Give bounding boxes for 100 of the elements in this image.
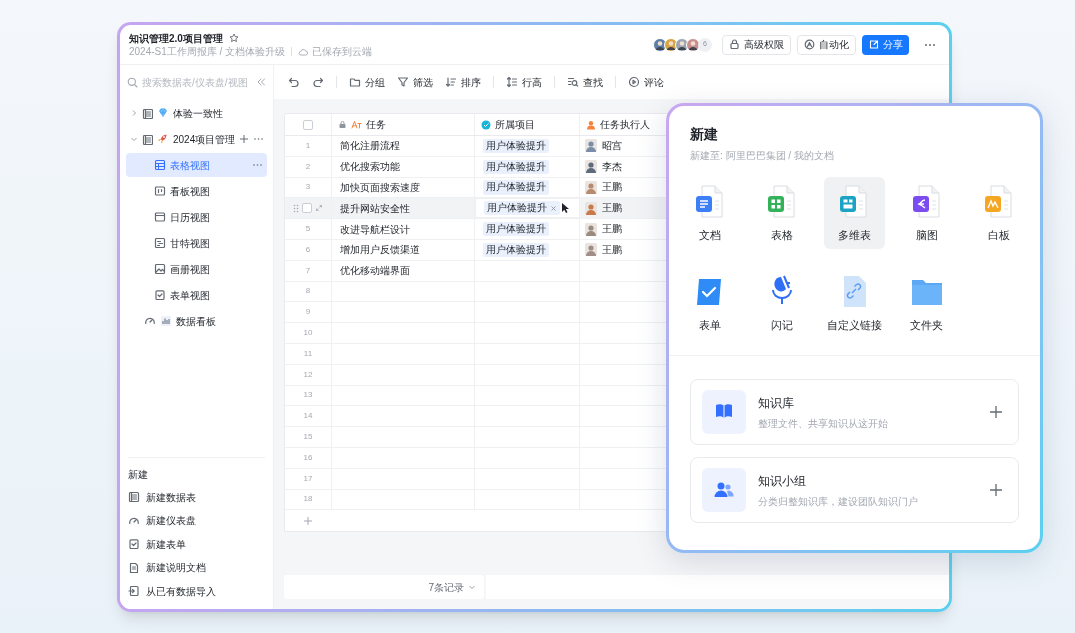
toolbar-button[interactable]: 评论 <box>628 74 664 90</box>
collapse-icon[interactable] <box>256 77 266 87</box>
tree-item[interactable]: 数据看板 <box>126 309 267 333</box>
row-number: 9 <box>305 306 311 319</box>
rocket-icon <box>157 133 169 145</box>
tree-item[interactable]: 2024项目管理 <box>126 127 267 151</box>
table-cell: 王鹏 <box>602 201 622 216</box>
menu-item[interactable]: 新建表单 <box>128 532 265 556</box>
remove-icon[interactable] <box>550 204 557 212</box>
record-count-selector[interactable]: 7条记录 <box>284 575 484 599</box>
share-icon <box>868 39 879 50</box>
find-icon <box>567 76 579 88</box>
menu-item[interactable]: 新建数据表 <box>128 485 265 509</box>
project-tag: 用户体验提升 <box>483 159 549 174</box>
gem-icon <box>157 107 169 119</box>
table-icon <box>142 133 153 145</box>
lock-icon <box>729 39 740 50</box>
toolbar-button[interactable]: 行高 <box>506 74 542 90</box>
share-button[interactable]: 分享 <box>862 34 909 55</box>
add-icon[interactable] <box>239 134 250 144</box>
editing-cell[interactable]: 用户体验提升 <box>475 198 580 219</box>
chevron-right-icon[interactable] <box>130 109 138 117</box>
table-cell: 王鹏 <box>602 180 622 195</box>
expand-icon[interactable] <box>315 204 323 213</box>
row-number: 14 <box>303 410 313 423</box>
tree-item[interactable]: 体验一致性 <box>126 101 267 125</box>
toolbar-button[interactable]: 分组 <box>349 74 385 90</box>
card-description: 分类归整知识库，建设团队知识门户 <box>758 494 919 509</box>
project-tag: 用户体验提升 <box>483 180 549 195</box>
row-number: 15 <box>303 431 313 444</box>
create-card[interactable]: 知识小组 分类归整知识库，建设团队知识门户 <box>690 457 1019 523</box>
table-cell-text: 提升网站安全性 <box>340 201 410 216</box>
menu-item[interactable]: 从已有数据导入 <box>128 579 265 603</box>
add-icon[interactable] <box>989 483 1003 497</box>
grid-view-icon <box>154 159 166 171</box>
redo-icon[interactable] <box>312 76 324 88</box>
toolbar-button[interactable]: 查找 <box>567 74 603 90</box>
calendar-icon <box>154 211 166 223</box>
row-number: 6 <box>305 243 311 256</box>
row-number: 17 <box>303 472 313 485</box>
tree-item[interactable]: 画册视图 <box>126 257 267 281</box>
tree-item[interactable]: 表单视图 <box>126 283 267 307</box>
tree-item[interactable]: 甘特视图 <box>126 231 267 255</box>
chevron-down-icon <box>468 583 476 591</box>
menu-item[interactable]: 新建说明文档 <box>128 556 265 580</box>
table-cell: 李杰 <box>602 159 622 174</box>
menu-item[interactable]: 新建仪表盘 <box>128 509 265 533</box>
row-height-icon <box>506 76 518 88</box>
undo-icon[interactable] <box>288 76 300 88</box>
toolbar-button[interactable]: 筛选 <box>397 74 433 90</box>
folder-icon <box>349 76 361 88</box>
table-cell-text: 增加用户反馈渠道 <box>340 243 420 258</box>
toolbar-button[interactable]: 排序 <box>445 74 481 90</box>
drag-handle-icon[interactable] <box>293 203 299 213</box>
table-cell-text: 简化注册流程 <box>340 139 400 154</box>
add-row-icon[interactable] <box>303 515 313 526</box>
new-item-tile[interactable]: 白板 <box>968 177 1030 249</box>
tree-item[interactable]: 表格视图 <box>126 153 267 177</box>
table-cell-text: 加快页面搜索速度 <box>340 181 420 195</box>
gauge-icon <box>144 315 156 327</box>
table-cell-text: 王鹏 <box>602 221 622 236</box>
row-number: 10 <box>303 327 313 340</box>
breadcrumb: 2024-S1工作周报库 / 文档体验升级 <box>129 45 286 58</box>
search-icon <box>127 76 138 88</box>
checkbox[interactable] <box>302 203 312 214</box>
column-header[interactable]: 任务 <box>332 114 475 135</box>
star-icon[interactable] <box>228 33 239 43</box>
row-number: 13 <box>303 389 313 402</box>
permission-button[interactable]: 高级权限 <box>722 34 791 55</box>
table-icon <box>128 491 140 504</box>
sort-icon <box>445 76 457 88</box>
column-header[interactable]: 所属项目 <box>475 114 580 135</box>
row-number: 7 <box>305 264 311 277</box>
card-title: 知识小组 <box>758 472 807 490</box>
filter-icon <box>397 76 409 88</box>
checkbox[interactable] <box>303 119 313 130</box>
search-field[interactable]: 搜索数据表/仪表盘/视图 <box>127 74 252 90</box>
kanban-icon <box>154 185 166 197</box>
table-icon <box>142 107 153 119</box>
tree-item[interactable]: 日历视图 <box>126 205 267 229</box>
project-tag: 用户体验提升 <box>484 201 560 216</box>
chevron-down-icon[interactable] <box>130 135 138 143</box>
tree-item[interactable]: 看板视图 <box>126 179 267 203</box>
project-tag: 用户体验提升 <box>483 138 549 153</box>
project-tag: 用户体验提升 <box>483 221 549 237</box>
row-number: 1 <box>305 139 311 152</box>
table-cell-text: 改进导航栏设计 <box>340 222 410 237</box>
table-cell: 王鹏 <box>602 242 622 257</box>
row-number: 12 <box>303 368 313 381</box>
form-icon <box>128 538 140 551</box>
add-icon[interactable] <box>989 405 1003 419</box>
automation-icon <box>804 39 815 50</box>
cloud-icon <box>298 47 309 56</box>
row-number: 2 <box>305 160 311 173</box>
automation-button[interactable]: 自动化 <box>797 34 856 55</box>
row-number: 3 <box>305 181 311 194</box>
gallery-icon <box>154 263 166 275</box>
bar-chart-icon <box>160 315 172 327</box>
create-card[interactable]: 知识库 整理文件、共享知识从这开始 <box>690 379 1019 445</box>
new-item-tile[interactable]: 多维表 <box>823 177 886 249</box>
